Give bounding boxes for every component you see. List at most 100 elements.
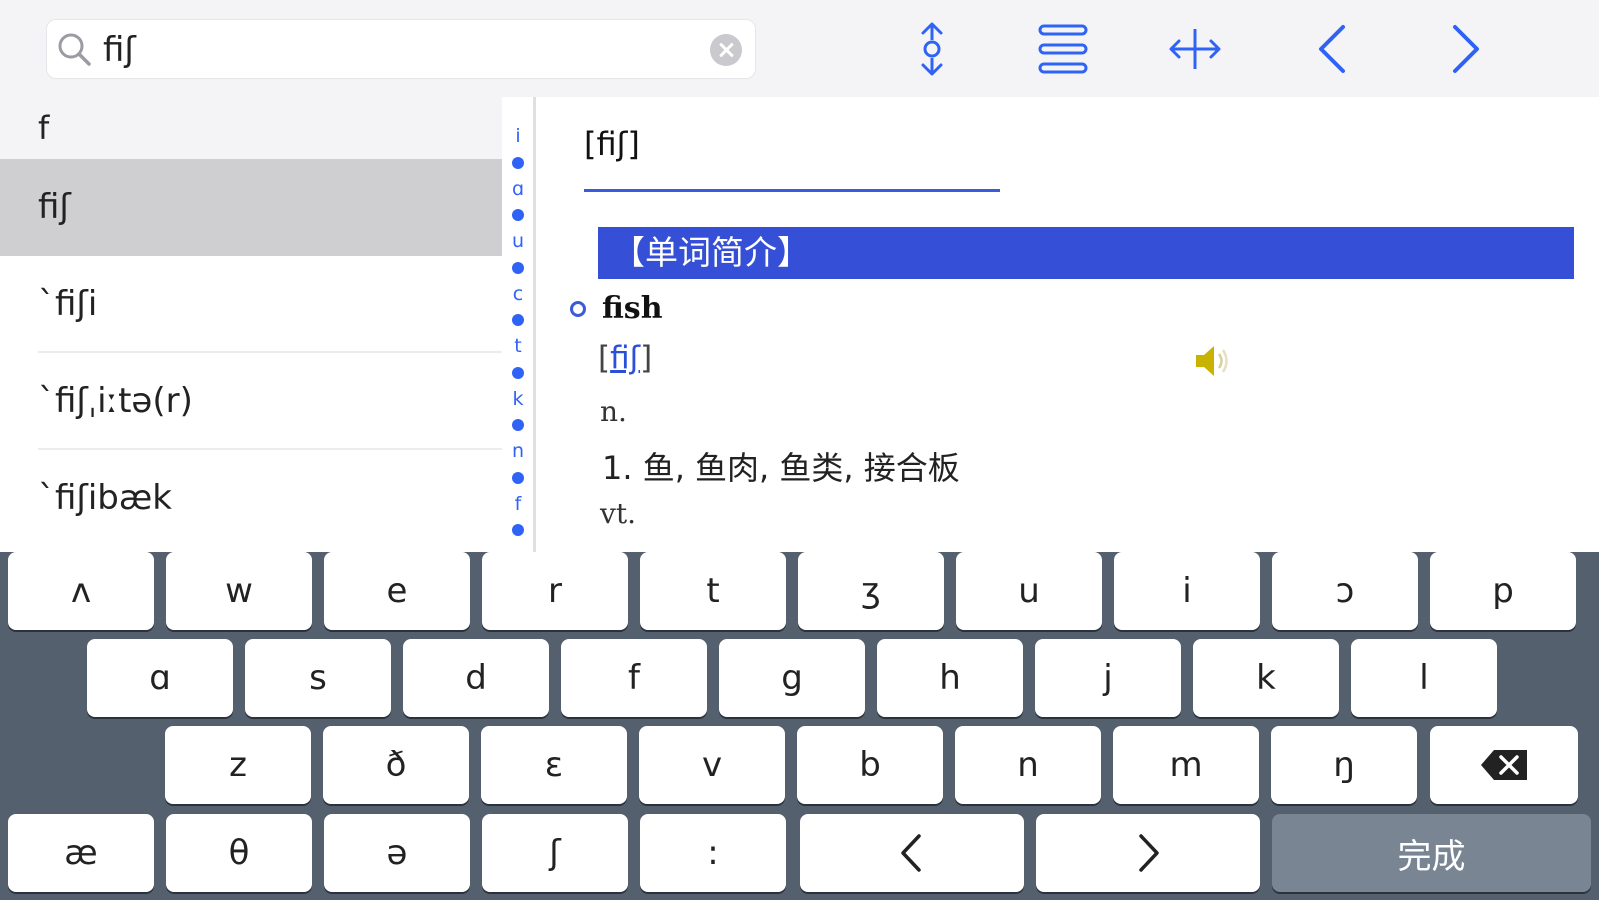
key[interactable]: :: [640, 814, 786, 892]
word-list: f fiʃ ˋfiʃi ˋfiʃˌiːtə(r) ˋfiʃibæk: [0, 97, 502, 552]
index-strip[interactable]: i ɑ u c t k n f: [502, 97, 534, 552]
horizontal-split-button[interactable]: [1162, 18, 1228, 80]
keyboard-row: ɑ s d f g h j k l: [0, 639, 1599, 717]
key[interactable]: ʒ: [798, 552, 944, 630]
list-item-label: ˋfiʃibæk: [38, 478, 172, 518]
clear-search-button[interactable]: [710, 34, 742, 66]
index-dot: [512, 314, 524, 326]
index-dot: [512, 261, 524, 274]
key[interactable]: n: [955, 726, 1101, 804]
search-input[interactable]: [103, 28, 683, 72]
key[interactable]: m: [1113, 726, 1259, 804]
key[interactable]: e: [324, 552, 470, 630]
index-letter[interactable]: f: [502, 491, 534, 518]
list-item-label: ˋfiʃi: [38, 284, 98, 324]
headword-underline: [584, 189, 1000, 192]
key[interactable]: t: [640, 552, 786, 630]
chevron-left-icon: [901, 834, 921, 872]
keyboard-row: z ð ɛ v b n m ŋ: [0, 726, 1599, 804]
key[interactable]: u: [956, 552, 1102, 630]
backspace-key[interactable]: [1430, 726, 1578, 804]
word-intro-banner: 【单词简介】: [598, 227, 1574, 279]
done-key[interactable]: 完成: [1272, 814, 1591, 892]
list-item-label: fiʃ: [38, 187, 71, 227]
section-header: f: [0, 97, 502, 159]
key[interactable]: l: [1351, 639, 1497, 717]
key[interactable]: r: [482, 552, 628, 630]
key[interactable]: i: [1114, 552, 1260, 630]
toolbar: [0, 0, 1599, 97]
list-lines-icon: [1038, 24, 1088, 74]
index-letter[interactable]: k: [502, 386, 534, 413]
key[interactable]: ð: [323, 726, 469, 804]
keyboard-row: æ θ ə ʃ : 完成: [0, 814, 1599, 892]
index-letter[interactable]: c: [502, 281, 534, 308]
vertical-resize-button[interactable]: [899, 18, 965, 80]
definition-pane: [fiʃ] 【单词简介】 fish [fiʃ] n. 1. 鱼, 鱼肉, 鱼类,…: [536, 97, 1599, 552]
cursor-right-key[interactable]: [1036, 814, 1260, 892]
phonetic-keyboard: ʌ w e r t ʒ u i ɔ p ɑ s d f g h j k l z …: [0, 552, 1599, 900]
entry-bullet-icon: [570, 301, 586, 317]
index-letter[interactable]: t: [502, 333, 534, 360]
index-spacer: [502, 97, 534, 123]
index-letter[interactable]: i: [502, 123, 534, 150]
index-letter[interactable]: n: [502, 438, 534, 465]
key[interactable]: d: [403, 639, 549, 717]
chevron-left-icon: [1319, 25, 1345, 73]
list-item[interactable]: ˋfiʃi: [0, 256, 502, 353]
key[interactable]: w: [166, 552, 312, 630]
key[interactable]: h: [877, 639, 1023, 717]
key[interactable]: ɛ: [481, 726, 627, 804]
part-of-speech: vt.: [600, 497, 636, 530]
index-dot: [512, 419, 524, 431]
key[interactable]: j: [1035, 639, 1181, 717]
list-item-label: ˋfiʃˌiːtə(r): [38, 381, 193, 421]
key[interactable]: s: [245, 639, 391, 717]
key[interactable]: ŋ: [1271, 726, 1417, 804]
previous-button[interactable]: [1300, 18, 1366, 80]
index-dot: [512, 156, 524, 169]
list-item[interactable]: ˋfiʃibæk: [0, 450, 502, 547]
vertical-resize-icon: [921, 22, 943, 76]
key[interactable]: æ: [8, 814, 154, 892]
index-dot: [512, 524, 524, 536]
part-of-speech: n.: [600, 395, 627, 428]
key[interactable]: ʌ: [8, 552, 154, 630]
list-item[interactable]: fiʃ: [0, 159, 502, 256]
chevron-right-icon: [1139, 834, 1159, 872]
entry-phonetic: [fiʃ]: [598, 340, 653, 376]
sense: 1. 鱼, 鱼肉, 鱼类, 接合板: [602, 449, 960, 487]
search-icon: [58, 33, 91, 66]
key[interactable]: k: [1193, 639, 1339, 717]
speaker-icon[interactable]: [1192, 341, 1232, 381]
cursor-left-key[interactable]: [800, 814, 1024, 892]
key[interactable]: f: [561, 639, 707, 717]
key[interactable]: θ: [166, 814, 312, 892]
list-view-button[interactable]: [1030, 18, 1096, 80]
key[interactable]: ɑ: [87, 639, 233, 717]
search-box[interactable]: [46, 19, 756, 79]
app: f fiʃ ˋfiʃi ˋfiʃˌiːtə(r) ˋfiʃibæk i ɑ u …: [0, 0, 1599, 900]
key[interactable]: ʃ: [482, 814, 628, 892]
next-button[interactable]: [1432, 18, 1498, 80]
key[interactable]: g: [719, 639, 865, 717]
chevron-right-icon: [1453, 25, 1479, 73]
index-dot: [512, 471, 524, 484]
key[interactable]: v: [639, 726, 785, 804]
definition-headword: [fiʃ]: [584, 125, 640, 163]
index-dot: [512, 366, 524, 379]
keyboard-row: ʌ w e r t ʒ u i ɔ p: [0, 552, 1599, 630]
backspace-icon: [1481, 750, 1527, 780]
index-dot: [512, 209, 524, 221]
list-item[interactable]: ˋfiʃˌiːtə(r): [0, 353, 502, 450]
entry-word: fish: [602, 291, 663, 326]
key[interactable]: p: [1430, 552, 1576, 630]
index-letter[interactable]: ɑ: [502, 176, 534, 203]
horizontal-split-icon: [1169, 29, 1221, 69]
key[interactable]: ə: [324, 814, 470, 892]
key[interactable]: b: [797, 726, 943, 804]
key[interactable]: ɔ: [1272, 552, 1418, 630]
index-letter[interactable]: u: [502, 228, 534, 255]
phonetic-link[interactable]: fiʃ: [610, 340, 640, 376]
key[interactable]: z: [165, 726, 311, 804]
